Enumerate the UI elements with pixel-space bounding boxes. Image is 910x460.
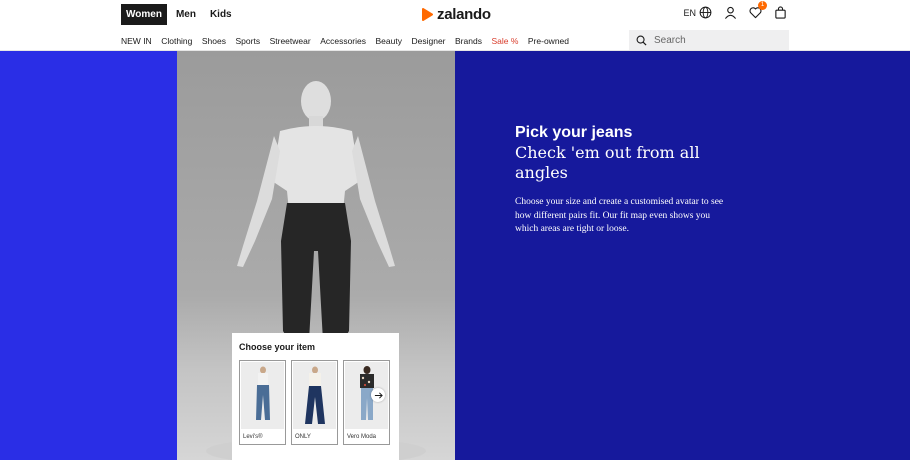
zalando-logo[interactable]: zalando: [421, 6, 491, 23]
gender-tabs: Women Men Kids: [121, 4, 237, 25]
nav-item-shoes[interactable]: Shoes: [202, 36, 226, 46]
hero-subtitle: Check 'em out from all angles: [515, 143, 700, 182]
language-label: EN: [683, 7, 696, 18]
nav-item-designer[interactable]: Designer: [411, 36, 445, 46]
header-actions: EN 1: [683, 1, 787, 19]
product-image: [241, 362, 284, 429]
nav-item-pre-owned[interactable]: Pre-owned: [528, 36, 569, 46]
search-box[interactable]: [629, 30, 789, 50]
nav-item-streetwear[interactable]: Streetwear: [270, 36, 311, 46]
hero-right-panel: [455, 51, 910, 460]
hero-description: Choose your size and create a customised…: [515, 197, 724, 234]
nav-item-sports[interactable]: Sports: [236, 36, 261, 46]
bag-icon[interactable]: [774, 6, 787, 19]
item-card-only[interactable]: ONLY: [291, 360, 338, 445]
item-brand-label: ONLY: [295, 434, 311, 440]
globe-icon: [699, 6, 712, 19]
top-bar: Women Men Kids zalando EN 1: [0, 0, 910, 30]
wishlist-button[interactable]: 1: [749, 1, 767, 19]
nav-item-accessories[interactable]: Accessories: [320, 36, 366, 46]
language-switcher[interactable]: EN: [683, 6, 712, 19]
user-icon[interactable]: [724, 6, 737, 19]
nav-item-new-in[interactable]: NEW IN: [121, 36, 152, 46]
logo-text: zalando: [437, 6, 491, 23]
item-brand-label: Levi's®: [243, 434, 263, 440]
item-list: Levi's® ONLY Vero Moda: [239, 360, 390, 445]
zalando-logo-icon: [422, 8, 433, 21]
nav-item-beauty[interactable]: Beauty: [376, 36, 402, 46]
tab-kids[interactable]: Kids: [205, 4, 237, 25]
hero-left-panel: [0, 51, 177, 460]
next-items-button[interactable]: [371, 388, 385, 402]
category-nav-items: NEW IN Clothing Shoes Sports Streetwear …: [121, 36, 569, 46]
search-icon: [636, 35, 647, 46]
item-card-levis[interactable]: Levi's®: [239, 360, 286, 445]
nav-item-brands[interactable]: Brands: [455, 36, 482, 46]
item-card-vero-moda[interactable]: Vero Moda: [343, 360, 390, 445]
arrow-right-icon: [374, 391, 383, 399]
wishlist-count-badge: 1: [758, 1, 767, 10]
item-chooser-title: Choose your item: [239, 342, 316, 352]
category-nav: NEW IN Clothing Shoes Sports Streetwear …: [0, 30, 910, 51]
search-input[interactable]: [654, 34, 774, 46]
nav-item-sale[interactable]: Sale %: [491, 36, 518, 46]
nav-item-clothing[interactable]: Clothing: [161, 36, 192, 46]
hero-title: Pick your jeans: [515, 124, 633, 141]
tab-men[interactable]: Men: [171, 4, 201, 25]
item-brand-label: Vero Moda: [347, 434, 377, 440]
product-image: [293, 362, 336, 429]
tab-women[interactable]: Women: [121, 4, 167, 25]
